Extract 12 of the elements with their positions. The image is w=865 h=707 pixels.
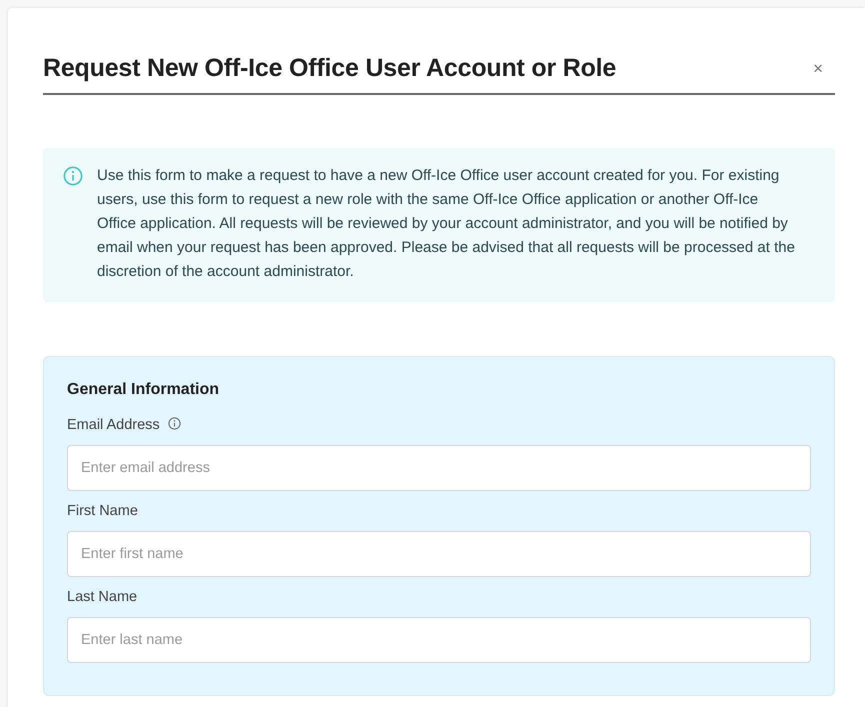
input-field[interactable]: Enter last name xyxy=(67,617,811,663)
info-icon xyxy=(63,166,83,186)
close-button[interactable]: × xyxy=(813,58,835,78)
input-field[interactable]: Enter first name xyxy=(67,531,811,577)
field-label: Last Name xyxy=(67,589,138,605)
field-label: First Name xyxy=(67,503,138,519)
dialog-title: Request New Off-Ice Office User Account or Role xyxy=(43,54,616,83)
input-field[interactable]: Enter email address xyxy=(67,445,811,491)
section-title: General Information xyxy=(67,381,220,399)
notice-text: Use this form to make a request to have a new Off-Ice Office user account created for you. For existing users, use this form to request a new role with the same Off-Ice Office application or another Off-Ice Office application. All requests will be reviewed by your account administrator, and you will be notified by email when your request has been approved. Please be advised that all requests will be processed at the discretion of the account administrator. xyxy=(97,166,795,282)
field-label: Email Address xyxy=(67,417,160,433)
info-icon xyxy=(168,417,181,430)
